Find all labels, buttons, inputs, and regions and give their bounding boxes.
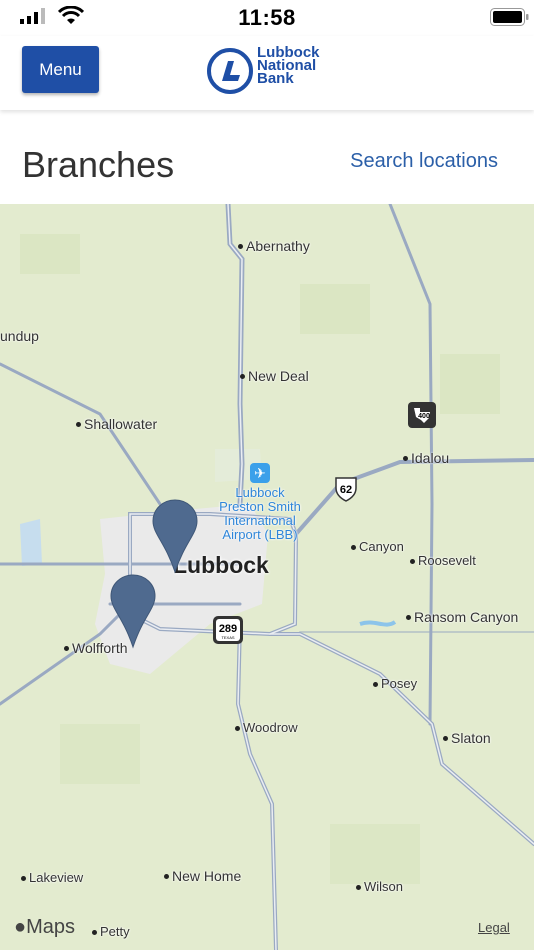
place-new-deal: New Deal [240, 368, 309, 384]
us-289-number: 289 [219, 623, 237, 635]
battery-icon [490, 8, 529, 26]
place-roundup: undup [0, 328, 39, 344]
airport-line-3: International [224, 513, 296, 528]
us-62-number: 62 [340, 484, 352, 496]
airport-label: Lubbock Preston Smith International Airp… [206, 486, 314, 542]
page-title: Branches [22, 144, 175, 185]
place-petty: Petty [92, 924, 130, 939]
airport-line-2: Preston Smith [219, 499, 301, 514]
place-lakeview: Lakeview [20, 870, 84, 885]
place-slaton: Slaton [443, 730, 491, 746]
place-canyon: Canyon [351, 539, 404, 554]
branch-map[interactable]: Abernathy undup New Deal Shallowater Ida… [0, 204, 534, 950]
bank-logo-mark-icon [207, 48, 253, 94]
maps-attribution-text: Maps [26, 916, 75, 938]
branch-pin-wolfforth[interactable] [109, 573, 157, 649]
bank-logo[interactable]: Lubbock National Bank [207, 45, 337, 98]
airport-line-1: Lubbock [235, 485, 285, 500]
place-abernathy: Abernathy [238, 238, 310, 254]
place-shallowater: Shallowater [75, 416, 158, 432]
search-locations-link[interactable]: Search locations [350, 150, 498, 173]
place-idalou: Idalou [402, 450, 450, 466]
bank-logo-text: Lubbock National Bank [257, 45, 320, 86]
status-time: 11:58 [238, 5, 296, 30]
title-bar: Branches Search locations [0, 110, 534, 204]
branch-pin-lubbock[interactable] [151, 498, 199, 574]
apple-logo-icon: ● [14, 916, 27, 938]
place-new-home: New Home [163, 868, 242, 884]
airport-line-4: Airport (LBB) [222, 527, 298, 542]
menu-button[interactable]: Menu [22, 46, 99, 93]
apple-maps-attribution: ●Maps [14, 916, 75, 939]
status-bar: 11:58 [0, 0, 534, 36]
place-posey: Posey [372, 676, 418, 691]
place-woodrow: Woodrow [235, 720, 298, 735]
legal-link[interactable]: Legal [478, 920, 510, 935]
place-wilson: Wilson [355, 879, 404, 894]
app-header: Menu Lubbock National Bank [0, 36, 534, 110]
texas-tag: TEXAS [221, 635, 234, 640]
place-ransom-canyon: Ransom Canyon [405, 609, 519, 625]
airport-icon: ✈ [250, 463, 270, 483]
place-roosevelt: Roosevelt [410, 553, 476, 568]
tx-400-number: 400 [418, 413, 430, 420]
